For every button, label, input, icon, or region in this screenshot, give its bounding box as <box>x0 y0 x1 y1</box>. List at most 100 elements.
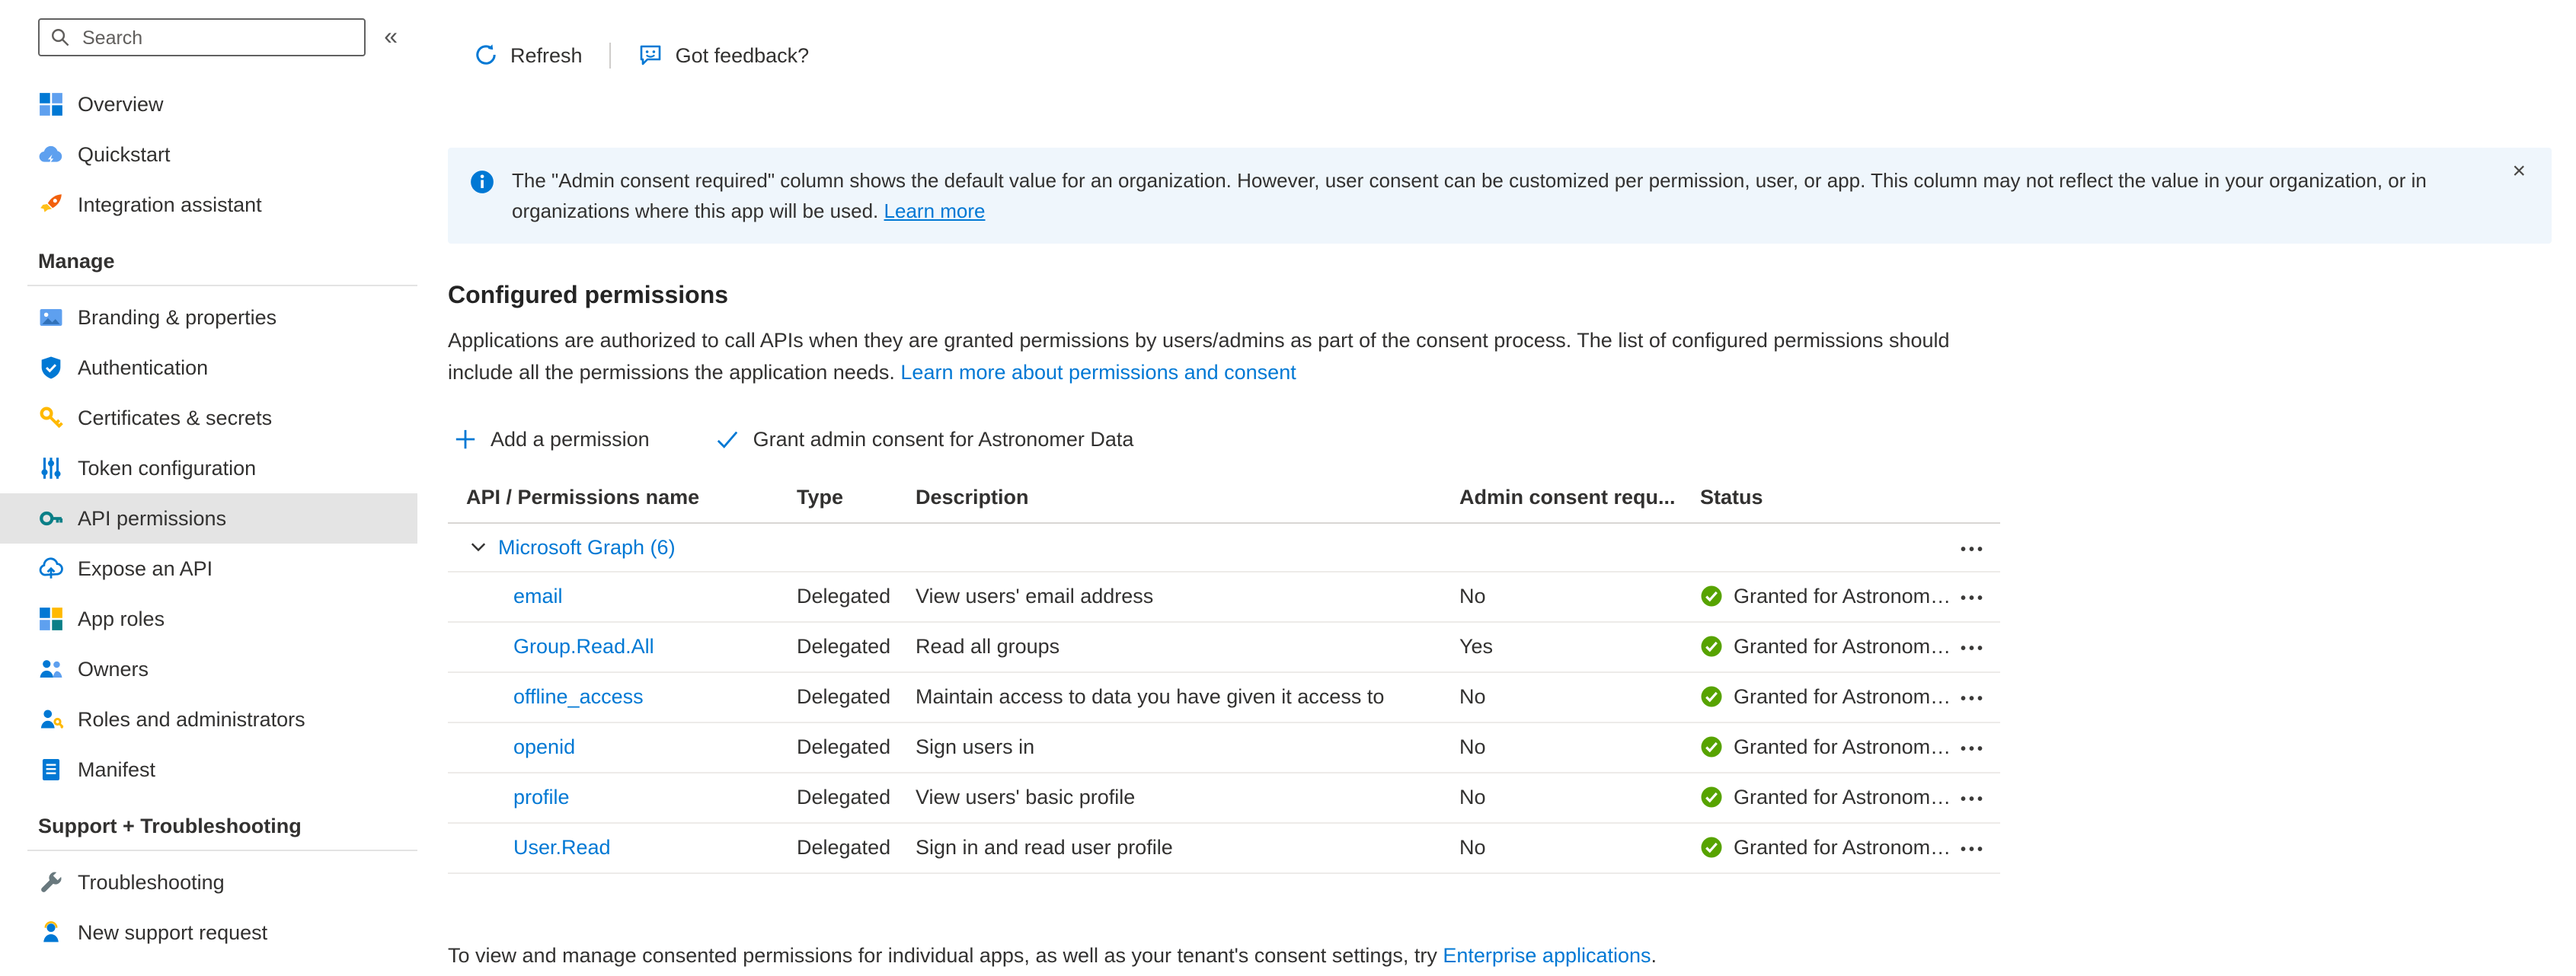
sidebar-item-owners[interactable]: Owners <box>0 644 417 694</box>
search-input[interactable] <box>79 25 354 49</box>
sidebar-item-integration-assistant[interactable]: Integration assistant <box>0 180 417 230</box>
api-group-link[interactable]: Microsoft Graph (6) <box>498 536 676 559</box>
permission-link[interactable]: Group.Read.All <box>513 636 654 659</box>
row-menu-button[interactable]: ••• <box>1961 742 1986 759</box>
add-permission-button[interactable]: Add a permission <box>448 426 656 455</box>
search-icon <box>50 27 70 47</box>
sidebar-item-label: Branding & properties <box>78 306 277 329</box>
permission-description: View users' email address <box>916 585 1154 608</box>
app-window: « Overview Quickstart Integration assist… <box>0 0 2576 976</box>
sidebar-item-label: Manifest <box>78 758 156 781</box>
sidebar-nav: Overview Quickstart Integration assistan… <box>0 79 417 958</box>
command-bar: Refresh Got feedback? <box>448 30 2552 79</box>
row-menu-button[interactable]: ••• <box>1961 793 1986 809</box>
sidebar-item-manifest[interactable]: Manifest <box>0 745 417 795</box>
main-content: Refresh Got feedback? The "Admin consent… <box>417 0 2576 976</box>
quickstart-icon <box>38 142 64 167</box>
footer-note: To view and manage consented permissions… <box>448 944 2552 967</box>
granted-check-icon <box>1700 837 1723 860</box>
permissions-description: Applications are authorized to call APIs… <box>448 326 1994 390</box>
footer-text: To view and manage consented permissions… <box>448 943 1443 967</box>
sidebar-item-quickstart[interactable]: Quickstart <box>0 129 417 180</box>
status-text: Granted for Astronomer... <box>1734 635 1961 659</box>
permission-description: Read all groups <box>916 635 1060 659</box>
feedback-label: Got feedback? <box>675 43 810 66</box>
sidebar-item-app-roles[interactable]: App roles <box>0 594 417 644</box>
sidebar-collapse-button[interactable]: « <box>376 24 405 51</box>
info-icon <box>469 169 495 195</box>
status-text: Granted for Astronomer... <box>1734 585 1961 608</box>
sidebar-item-token-configuration[interactable]: Token configuration <box>0 443 417 493</box>
sidebar-item-label: Integration assistant <box>78 193 262 216</box>
column-header-type: Type <box>797 485 844 509</box>
permission-description: Maintain access to data you have given i… <box>916 685 1385 709</box>
permission-link[interactable]: User.Read <box>513 837 611 860</box>
row-menu-button[interactable]: ••• <box>1961 642 1986 659</box>
row-menu-button[interactable]: ••• <box>1961 592 1986 608</box>
status-text: Granted for Astronomer... <box>1734 685 1961 709</box>
search-box[interactable] <box>38 18 366 56</box>
grant-admin-consent-label: Grant admin consent for Astronomer Data <box>753 428 1134 451</box>
sidebar-item-label: Certificates & secrets <box>78 407 273 429</box>
row-menu-button[interactable]: ••• <box>1961 692 1986 709</box>
branding-icon <box>38 305 64 330</box>
table-row: profile Delegated View users' basic prof… <box>448 773 2000 824</box>
sidebar-item-label: Token configuration <box>78 457 257 480</box>
sidebar-item-authentication[interactable]: Authentication <box>0 343 417 393</box>
sidebar-item-certificates-secrets[interactable]: Certificates & secrets <box>0 393 417 443</box>
refresh-button[interactable]: Refresh <box>465 37 592 73</box>
permission-type: Delegated <box>797 786 891 809</box>
sidebar-item-label: App roles <box>78 608 165 630</box>
row-menu-button[interactable]: ••• <box>1961 843 1986 860</box>
column-header-status: Status <box>1700 485 1763 509</box>
chevron-down-icon[interactable] <box>469 538 487 557</box>
table-row: User.Read Delegated Sign in and read use… <box>448 824 2000 874</box>
refresh-icon <box>474 43 498 67</box>
admin-consent-value: No <box>1459 836 1486 860</box>
sidebar: « Overview Quickstart Integration assist… <box>0 0 417 976</box>
integration-assistant-icon <box>38 192 64 218</box>
app-roles-icon <box>38 606 64 632</box>
sidebar-item-expose-an-api[interactable]: Expose an API <box>0 544 417 594</box>
sidebar-item-new-support-request[interactable]: New support request <box>0 907 417 958</box>
sidebar-item-troubleshooting[interactable]: Troubleshooting <box>0 857 417 907</box>
permission-link[interactable]: openid <box>513 736 575 759</box>
sidebar-section-support: Support + Troubleshooting <box>27 795 417 851</box>
table-row: openid Delegated Sign users in No Grante… <box>448 723 2000 773</box>
row-menu-button[interactable]: ••• <box>1961 542 1986 559</box>
authentication-icon <box>38 355 64 381</box>
permission-type: Delegated <box>797 585 891 608</box>
sidebar-item-overview[interactable]: Overview <box>0 79 417 129</box>
permission-link[interactable]: email <box>513 585 563 608</box>
check-icon <box>717 429 740 451</box>
admin-consent-value: No <box>1459 685 1486 709</box>
table-row: email Delegated View users' email addres… <box>448 573 2000 623</box>
permission-description: Sign users in <box>916 735 1035 759</box>
permission-type: Delegated <box>797 836 891 860</box>
banner-close-icon[interactable]: × <box>2503 158 2535 184</box>
permission-link[interactable]: offline_access <box>513 686 644 709</box>
status-text: Granted for Astronomer... <box>1734 735 1961 759</box>
sidebar-item-roles-and-administrators[interactable]: Roles and administrators <box>0 694 417 745</box>
granted-check-icon <box>1700 786 1723 809</box>
permission-link[interactable]: profile <box>513 786 570 809</box>
enterprise-applications-link[interactable]: Enterprise applications <box>1443 944 1651 967</box>
token-configuration-icon <box>38 455 64 481</box>
banner-learn-more-link[interactable]: Learn more <box>884 199 986 222</box>
grant-admin-consent-button[interactable]: Grant admin consent for Astronomer Data <box>711 426 1140 455</box>
sidebar-item-label: Expose an API <box>78 557 213 580</box>
permissions-consent-link[interactable]: Learn more about permissions and consent <box>900 361 1296 384</box>
column-header-description: Description <box>916 485 1029 509</box>
info-banner: The "Admin consent required" column show… <box>448 148 2552 244</box>
sidebar-section-manage: Manage <box>27 230 417 286</box>
sidebar-item-branding-properties[interactable]: Branding & properties <box>0 292 417 343</box>
sidebar-item-label: Authentication <box>78 356 209 379</box>
sidebar-search-row: « <box>0 18 417 56</box>
permissions-table: API / Permissions name Type Description … <box>448 472 2000 874</box>
status-text: Granted for Astronomer... <box>1734 836 1961 860</box>
feedback-button[interactable]: Got feedback? <box>630 37 819 73</box>
sidebar-item-label: New support request <box>78 921 268 944</box>
sidebar-item-api-permissions[interactable]: API permissions <box>0 493 417 544</box>
plus-icon <box>454 429 477 451</box>
permission-type: Delegated <box>797 685 891 709</box>
